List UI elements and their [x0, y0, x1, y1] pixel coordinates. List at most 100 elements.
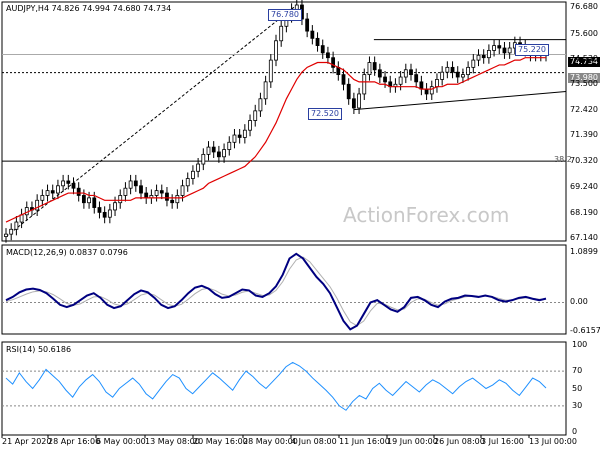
candle-body: [4, 233, 8, 237]
rsi-line: [5, 361, 547, 411]
price-tick-label: 73.500: [570, 79, 598, 89]
candle-body: [191, 170, 195, 179]
candle-body: [232, 134, 237, 143]
candle-body: [502, 47, 507, 54]
watermark: ActionForex.com: [343, 203, 510, 227]
rsi-tick-label: 30: [572, 400, 583, 410]
candle-body: [409, 69, 413, 76]
rsi-tick-label: 0: [572, 427, 578, 436]
candle-body: [180, 185, 185, 196]
candle-body: [486, 50, 491, 59]
candle-body: [9, 228, 14, 235]
price-tick-label: 67.140: [570, 233, 598, 242]
macd-signal-line: [5, 256, 547, 327]
macd-title: MACD(12,26,9) 0.0837 0.0796: [6, 248, 128, 257]
candle-body: [118, 195, 123, 204]
candle-body: [429, 86, 434, 95]
candle-body: [242, 129, 247, 138]
candle-body: [14, 221, 19, 230]
candle-body: [87, 197, 91, 204]
candle-body: [97, 207, 102, 213]
candle-body: [445, 66, 450, 73]
annotation-low: 72.520: [308, 108, 342, 120]
candle-body: [159, 190, 164, 194]
candle-body: [45, 190, 50, 196]
candle-body: [466, 66, 471, 76]
candle-body: [56, 185, 60, 194]
candle-body: [165, 192, 169, 201]
candle-body: [414, 74, 419, 83]
time-tick-label: 13 Jul 00:00: [529, 437, 577, 446]
candle-body: [455, 71, 460, 78]
candle-body: [144, 192, 149, 199]
candle-body: [40, 195, 45, 201]
candle-body: [196, 163, 201, 172]
chart-window: AUDJPY,H4 74.826 74.994 74.680 74.734 MA…: [0, 0, 600, 450]
annotation-recent-high: 75.220: [515, 44, 549, 56]
candle-body: [76, 187, 81, 196]
candle-body: [154, 190, 159, 196]
candle-body: [102, 211, 107, 218]
candle-body: [341, 74, 346, 85]
triangle-lower-line: [353, 91, 567, 111]
time-tick-label: 4 Jun 08:00: [291, 437, 337, 446]
candle-body: [107, 209, 112, 218]
time-tick-label: 6 May 00:00: [96, 437, 146, 446]
price-tick-label: 71.390: [570, 130, 598, 140]
time-tick-label: 26 Jun 08:00: [434, 437, 485, 446]
candle-body: [268, 59, 273, 83]
time-tick-label: 13 May 08:00: [145, 437, 200, 446]
candle-body: [24, 207, 29, 216]
candle-body: [450, 66, 455, 73]
candle-body: [471, 59, 476, 68]
rsi-tick-label: 70: [572, 366, 583, 376]
candle-body: [305, 18, 310, 32]
main-header: AUDJPY,H4 74.826 74.994 74.680 74.734: [6, 4, 171, 13]
price-tick-label: 69.240: [570, 182, 598, 192]
candle-body: [398, 76, 403, 85]
candle-body: [185, 178, 190, 187]
candle-body: [310, 30, 315, 39]
candle-body: [227, 141, 232, 150]
candle-body: [81, 195, 86, 204]
moving-average-line: [5, 57, 546, 223]
candle-body: [320, 45, 325, 54]
candle-body: [66, 180, 71, 184]
candle-body: [357, 93, 361, 109]
candle-body: [170, 199, 175, 204]
time-tick-label: 20 May 16:00: [193, 437, 248, 446]
candle-body: [50, 190, 55, 194]
candle-body: [279, 25, 284, 42]
price-tick-label: 74.530: [570, 54, 598, 64]
candle-body: [383, 76, 387, 83]
candle-body: [201, 153, 206, 165]
candle-body: [507, 47, 512, 54]
candle-body: [362, 74, 367, 95]
rsi-tick-label: 50: [572, 383, 583, 393]
macd-line: [5, 252, 547, 331]
candle-body: [248, 120, 252, 131]
candle-body: [253, 110, 258, 121]
macd-panel-frame: [1, 244, 567, 335]
candle-body: [128, 180, 133, 189]
candle-body: [346, 83, 351, 100]
price-tick-label: 76.680: [570, 2, 598, 12]
price-tick-label: 68.190: [570, 207, 598, 217]
candle-body: [175, 195, 180, 204]
time-tick-label: 21 Apr 2020: [2, 437, 52, 446]
time-tick-label: 11 Jun 16:00: [339, 437, 390, 446]
candle-body: [263, 81, 268, 100]
candle-body: [216, 151, 221, 158]
time-tick-label: 28 Apr 16:00: [48, 437, 101, 446]
candle-body: [237, 134, 242, 138]
macd-tick-label: -0.6157: [570, 326, 600, 335]
candle-body: [481, 54, 486, 59]
annotation-high: 76.780: [268, 9, 302, 21]
candle-body: [492, 45, 496, 51]
rsi-title: RSI(14) 50.6186: [6, 345, 72, 354]
price-tick-label: 72.420: [570, 105, 598, 115]
candle-body: [211, 146, 216, 153]
candle-body: [403, 69, 408, 78]
candle-body: [92, 197, 97, 208]
candle-body: [222, 149, 226, 158]
